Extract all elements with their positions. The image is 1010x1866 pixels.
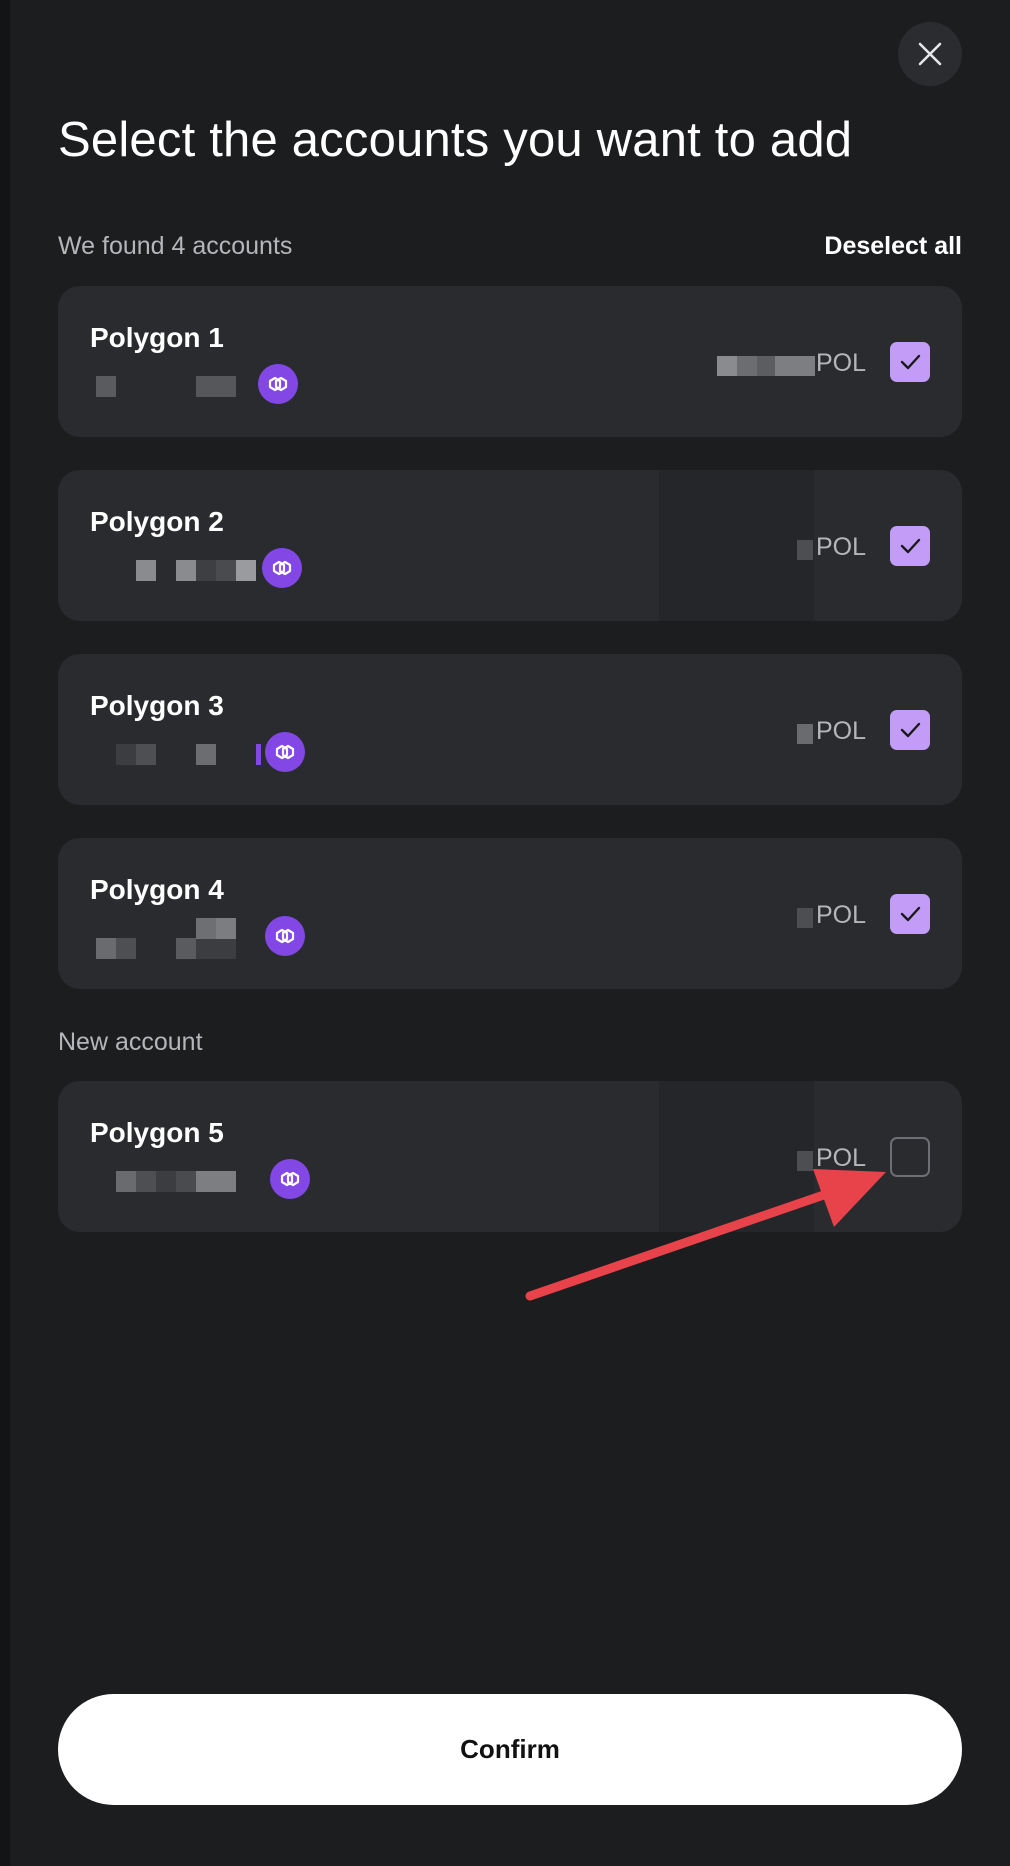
redacted-balance: [797, 1151, 813, 1171]
account-name: Polygon 1: [90, 322, 224, 353]
account-checkbox[interactable]: [890, 1137, 930, 1177]
checkmark-icon: [900, 354, 921, 370]
currency-label: POL: [815, 533, 866, 561]
redacted-overlay: [659, 1081, 814, 1232]
checkmark-icon: [900, 722, 921, 738]
account-card-polygon-3[interactable]: Polygon 3 POL: [58, 654, 962, 805]
account-name: Polygon 3: [90, 690, 224, 721]
new-account-label: New account: [58, 1028, 203, 1056]
page-title: Select the accounts you want to add: [58, 113, 853, 167]
found-accounts-label: We found 4 accounts: [58, 232, 293, 260]
polygon-icon: [270, 1159, 310, 1199]
close-button[interactable]: [898, 22, 962, 86]
redacted-balance: [797, 724, 813, 744]
account-card-polygon-2[interactable]: Polygon 2 POL: [58, 470, 962, 621]
redacted-balance: [717, 356, 815, 376]
backdrop-edge: [0, 0, 10, 1866]
account-checkbox[interactable]: [890, 526, 930, 566]
add-accounts-modal: Select the accounts you want to add We f…: [0, 0, 1010, 1866]
redacted-balance: [797, 908, 813, 928]
account-card-polygon-4[interactable]: Polygon 4 POL: [58, 838, 962, 989]
account-name: Polygon 2: [90, 506, 224, 537]
confirm-button[interactable]: Confirm: [58, 1694, 962, 1805]
redacted-overlay: [659, 470, 814, 621]
account-card-polygon-5[interactable]: Polygon 5 POL: [58, 1081, 962, 1232]
checkmark-icon: [900, 906, 921, 922]
account-name: Polygon 4: [90, 874, 224, 905]
redacted-balance: [797, 540, 813, 560]
currency-label: POL: [815, 901, 866, 929]
deselect-all-button[interactable]: Deselect all: [824, 232, 962, 261]
account-checkbox[interactable]: [890, 894, 930, 934]
redacted-address: [96, 938, 236, 959]
polygon-icon: [265, 916, 305, 956]
close-icon: [918, 42, 942, 66]
redacted-address: [116, 744, 261, 765]
account-checkbox[interactable]: [890, 710, 930, 750]
redacted-address-extra: [196, 918, 236, 939]
redacted-address: [136, 560, 256, 581]
checkmark-icon: [900, 538, 921, 554]
account-card-polygon-1[interactable]: Polygon 1 POL: [58, 286, 962, 437]
account-name: Polygon 5: [90, 1117, 224, 1148]
account-checkbox[interactable]: [890, 342, 930, 382]
polygon-icon: [258, 364, 298, 404]
redacted-address: [96, 376, 236, 397]
currency-label: POL: [815, 717, 866, 745]
polygon-icon: [265, 732, 305, 772]
currency-label: POL: [815, 349, 866, 377]
currency-label: POL: [815, 1144, 866, 1172]
redacted-address: [116, 1171, 236, 1192]
polygon-icon: [262, 548, 302, 588]
